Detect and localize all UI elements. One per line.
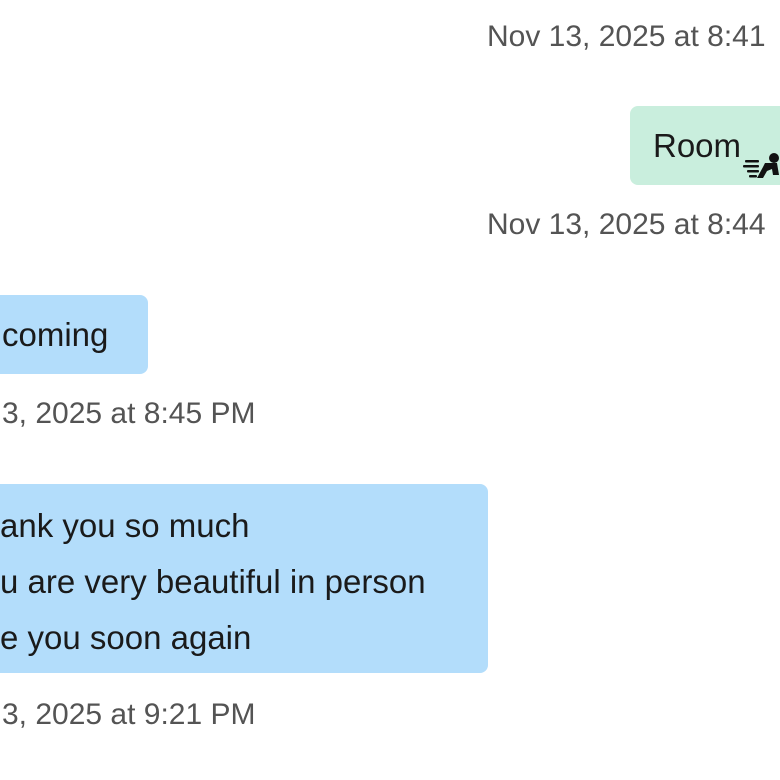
message-timestamp: 3, 2025 at 8:45 PM bbox=[2, 397, 256, 430]
message-text: Room bbox=[653, 127, 742, 164]
message-thread[interactable]: Nov 13, 2025 at 8:41 Room Nov 13, 2025 a… bbox=[0, 0, 780, 780]
incoming-message-bubble[interactable]: ank you so much u are very beautiful in … bbox=[0, 484, 488, 673]
message-timestamp: Nov 13, 2025 at 8:44 bbox=[487, 208, 766, 241]
message-text: coming bbox=[2, 316, 109, 353]
message-text-line: e you soon again bbox=[0, 619, 252, 656]
incoming-message-bubble[interactable]: coming bbox=[0, 295, 148, 374]
message-text-line: ank you so much bbox=[0, 507, 250, 544]
running-figure-icon bbox=[743, 130, 780, 179]
message-timestamp: 3, 2025 at 9:21 PM bbox=[2, 698, 256, 731]
message-timestamp: Nov 13, 2025 at 8:41 bbox=[487, 20, 766, 53]
message-text-line: u are very beautiful in person bbox=[0, 563, 426, 600]
outgoing-message-bubble[interactable]: Room bbox=[630, 106, 780, 185]
